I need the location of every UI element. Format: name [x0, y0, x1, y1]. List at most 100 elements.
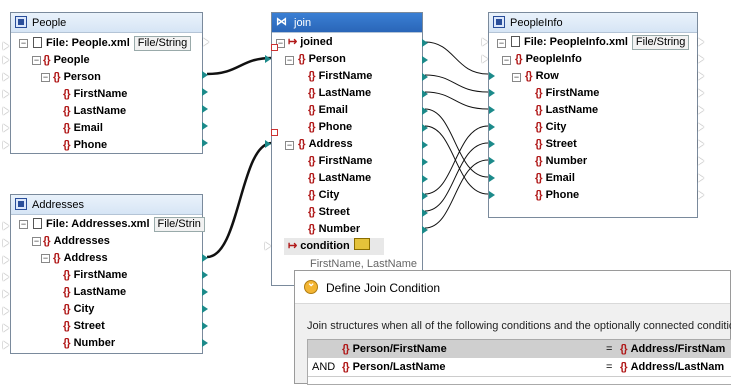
output-connector[interactable]	[202, 254, 208, 262]
join-component[interactable]: ⋈ join − ↦ joined − {} Person {} FirstName …	[271, 12, 428, 286]
join-node-person[interactable]: {} Person	[298, 51, 346, 68]
tree-node-email[interactable]: {} Email	[63, 120, 103, 137]
tree-node-number[interactable]: {} Number	[535, 153, 587, 170]
output-connector[interactable]	[422, 141, 428, 149]
join-node-joined[interactable]: ↦ joined	[288, 34, 333, 51]
output-connector[interactable]	[698, 157, 704, 165]
tree-node-lastname[interactable]: {} LastName	[63, 103, 126, 120]
collapse-toggle[interactable]: −	[19, 220, 28, 229]
input-marker[interactable]	[271, 129, 278, 136]
input-connector[interactable]	[3, 239, 9, 247]
right-field-cell[interactable]: {} Address/LastNam	[620, 358, 724, 376]
input-connector[interactable]	[489, 72, 495, 80]
output-connector[interactable]	[422, 90, 428, 98]
input-connector[interactable]	[3, 290, 9, 298]
output-connector[interactable]	[422, 124, 428, 132]
output-connector[interactable]	[698, 55, 704, 63]
addresses-component[interactable]: Addresses − File: Addresses.xml File/Stri…	[10, 194, 208, 354]
output-connector[interactable]	[422, 158, 428, 166]
input-connector[interactable]	[489, 191, 495, 199]
people-component[interactable]: People − File: People.xml File/String − {…	[10, 12, 208, 154]
addresses-title-bar[interactable]: Addresses	[11, 195, 202, 215]
output-connector[interactable]	[422, 73, 428, 81]
join-node-lastname[interactable]: {} LastName	[308, 170, 371, 187]
collapse-toggle[interactable]: −	[32, 56, 41, 65]
join-node-email[interactable]: {} Email	[308, 102, 348, 119]
input-connector[interactable]	[489, 140, 495, 148]
join-condition-row[interactable]: ↦ condition	[284, 238, 384, 255]
output-connector[interactable]	[698, 191, 704, 199]
input-connector[interactable]	[482, 55, 488, 63]
output-connector[interactable]	[422, 107, 428, 115]
input-connector[interactable]	[265, 242, 271, 250]
output-connector[interactable]	[203, 38, 209, 46]
tree-node-phone[interactable]: {} Phone	[63, 137, 107, 154]
output-connector[interactable]	[698, 89, 704, 97]
input-connector[interactable]	[3, 73, 9, 81]
output-connector[interactable]	[698, 72, 704, 80]
input-connector[interactable]	[3, 107, 9, 115]
output-connector[interactable]	[422, 192, 428, 200]
peopleinfo-component[interactable]: PeopleInfo − File: PeopleInfo.xml File/St…	[488, 12, 698, 218]
input-connector[interactable]	[3, 56, 9, 64]
output-connector[interactable]	[202, 105, 208, 113]
collapse-toggle[interactable]: −	[285, 141, 294, 150]
input-connector[interactable]	[3, 222, 9, 230]
collapse-toggle[interactable]: −	[512, 73, 521, 82]
tree-node-row[interactable]: {} Row	[525, 68, 559, 85]
join-condition-dialog[interactable]: Define Join Condition Join structures wh…	[294, 270, 731, 385]
tree-node-people[interactable]: {} People	[43, 52, 90, 69]
condition-grid[interactable]: {} Person/FirstName = {} Address/FirstNam …	[307, 339, 731, 385]
output-connector[interactable]	[202, 288, 208, 296]
key-icon[interactable]	[353, 238, 370, 250]
left-field-cell[interactable]: {} Person/LastName	[342, 358, 446, 376]
output-connector[interactable]	[422, 56, 428, 64]
input-connector[interactable]	[3, 256, 9, 264]
join-node-city[interactable]: {} City	[308, 187, 339, 204]
output-connector[interactable]	[422, 39, 428, 47]
tree-node-street[interactable]: {} Street	[63, 318, 105, 335]
tree-node-lastname[interactable]: {} LastName	[63, 284, 126, 301]
input-connector[interactable]	[482, 38, 488, 46]
join-node-phone[interactable]: {} Phone	[308, 119, 352, 136]
tree-node-firstname[interactable]: {} FirstName	[535, 85, 599, 102]
input-connector[interactable]	[3, 341, 9, 349]
join-node-firstname[interactable]: {} FirstName	[308, 153, 372, 170]
join-node-lastname[interactable]: {} LastName	[308, 85, 371, 102]
collapse-toggle[interactable]: −	[32, 237, 41, 246]
output-connector[interactable]	[698, 140, 704, 148]
tree-node-phone[interactable]: {} Phone	[535, 187, 579, 204]
tree-node-firstname[interactable]: {} FirstName	[63, 86, 127, 103]
input-connector[interactable]	[3, 90, 9, 98]
tree-node-firstname[interactable]: {} FirstName	[63, 267, 127, 284]
condition-row[interactable]: AND {} Person/LastName = {} Address/LastNa…	[308, 358, 731, 377]
input-connector[interactable]	[265, 55, 271, 63]
input-connector[interactable]	[3, 124, 9, 132]
output-connector[interactable]	[422, 209, 428, 217]
collapse-toggle[interactable]: −	[41, 254, 50, 263]
input-connector[interactable]	[3, 307, 9, 315]
input-connector[interactable]	[489, 174, 495, 182]
file-string-button[interactable]: File/String	[133, 36, 192, 51]
tree-node-person[interactable]: {} Person	[53, 69, 101, 86]
tree-node-addresses[interactable]: {} Addresses	[43, 233, 110, 250]
join-node-firstname[interactable]: {} FirstName	[308, 68, 372, 85]
input-connector[interactable]	[489, 106, 495, 114]
input-connector[interactable]	[265, 140, 271, 148]
left-field-cell[interactable]: {} Person/FirstName	[342, 340, 447, 358]
output-connector[interactable]	[202, 339, 208, 347]
join-node-street[interactable]: {} Street	[308, 204, 350, 221]
output-connector[interactable]	[698, 106, 704, 114]
collapse-toggle[interactable]: −	[41, 73, 50, 82]
dialog-title-bar[interactable]: Define Join Condition	[295, 271, 730, 304]
input-connector[interactable]	[489, 123, 495, 131]
input-connector[interactable]	[489, 89, 495, 97]
output-connector[interactable]	[202, 322, 208, 330]
join-title-bar[interactable]: ⋈ join	[272, 13, 422, 33]
peopleinfo-title-bar[interactable]: PeopleInfo	[489, 13, 697, 33]
input-connector[interactable]	[3, 42, 9, 50]
output-connector[interactable]	[422, 226, 428, 234]
output-connector[interactable]	[202, 71, 208, 79]
tree-node-email[interactable]: {} Email	[535, 170, 575, 187]
output-connector[interactable]	[698, 123, 704, 131]
